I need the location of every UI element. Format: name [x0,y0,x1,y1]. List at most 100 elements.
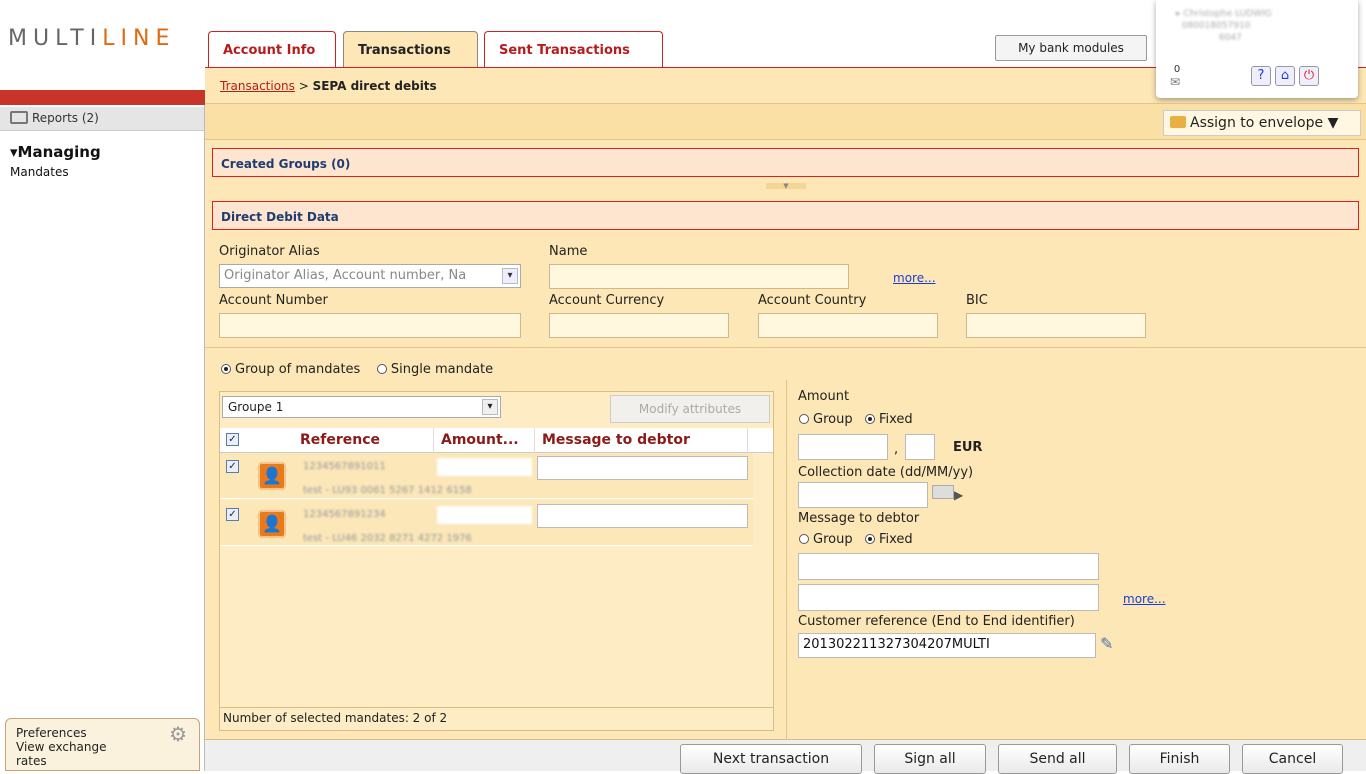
row-checkbox[interactable]: ✓ [226,460,239,473]
assign-label: Assign to envelope [1190,115,1324,131]
message-mode: Group Fixed [799,532,913,547]
bank-modules-button[interactable]: My bank modules [995,35,1147,61]
amount-decimal-input[interactable] [905,434,935,460]
group-select-value: Groupe 1 [228,400,284,414]
amount-input[interactable] [437,506,532,524]
redacted-reference: 1234567891011 [303,461,386,472]
bic-field[interactable] [966,313,1146,338]
amount-mode: Group Fixed [799,412,913,427]
folder-icon [1170,116,1186,128]
bic-label: BIC [966,293,988,308]
sidebar-section-managing[interactable]: ▾Managing [10,143,101,161]
multiline-logo: MULTILINE [8,26,176,51]
customer-reference-label: Customer reference (End to End identifie… [798,614,1075,629]
eraser-icon[interactable]: ✎ [1100,634,1113,653]
calendar-icon[interactable]: ▶ [932,485,963,503]
redacted-details: test - LU93 0061 5267 1412 6158 [303,485,472,496]
mode-selector: Group of mandates Single mandate [221,362,493,377]
amount-group-radio[interactable] [799,414,809,424]
splitter-handle[interactable]: ▼ [766,183,806,190]
tab-account-info[interactable]: Account Info [208,31,336,67]
tab-transactions[interactable]: Transactions [343,31,478,68]
collection-date-label: Collection date (dd/MM/yy) [798,465,974,480]
originator-label: Originator Alias [219,244,320,259]
message-line2-input[interactable] [798,584,1099,611]
originator-placeholder: Originator Alias, Account number, Na [224,268,467,283]
collection-date-input[interactable] [798,482,928,508]
group-mode-label: Group of mandates [235,362,361,377]
chevron-down-icon[interactable]: ▾ [502,268,518,284]
chevron-down-icon: ▾ [10,143,18,161]
account-country-label: Account Country [758,293,867,308]
next-transaction-button[interactable]: Next transaction [680,744,862,774]
redacted-details: test - LU46 2032 8271 4272 1976 [303,533,472,544]
vertical-divider [786,380,787,739]
originator-combobox[interactable]: Originator Alias, Account number, Na ▾ [219,264,521,288]
send-all-button[interactable]: Send all [998,744,1117,774]
account-currency-field[interactable] [549,313,729,338]
preferences-link[interactable]: Preferences [16,726,189,740]
account-number-label: Account Number [219,293,328,308]
message-input[interactable] [537,456,748,480]
message-input[interactable] [537,504,748,528]
breadcrumb-current: SEPA direct debits [312,79,437,93]
exchange-rates-link[interactable]: View exchange rates [16,740,136,768]
group-mode-radio[interactable] [221,364,231,374]
direct-debit-header: Direct Debit Data [212,201,1359,230]
single-mode-radio[interactable] [376,364,387,374]
col-reference[interactable]: Reference [294,428,434,453]
sidebar [0,105,205,771]
sign-all-button[interactable]: Sign all [874,744,986,774]
message-line1-input[interactable] [798,553,1099,580]
amount-fixed-radio[interactable] [864,414,875,424]
group-select[interactable]: Groupe 1 ▾ [222,396,501,418]
created-groups-header[interactable]: Created Groups (0) [212,148,1359,177]
breadcrumb: Transactions > SEPA direct debits [205,68,1366,104]
message-group-radio[interactable] [799,534,809,544]
redacted-reference: 1234567891234 [303,509,386,520]
account-country-field[interactable] [758,313,938,338]
sidebar-section-label: Managing [17,143,101,161]
message-more-link[interactable]: more... [1123,592,1166,606]
col-message[interactable]: Message to debtor [536,428,748,453]
person-icon: 👤 [258,510,286,538]
reports-link[interactable]: Reports (2) [0,107,204,131]
single-mode-label: Single mandate [390,362,494,377]
col-amount[interactable]: Amount... [435,428,535,453]
message-debtor-label: Message to debtor [798,511,920,526]
select-all-checkbox[interactable]: ✓ [226,433,239,446]
amount-fixed-label: Fixed [878,412,913,427]
selected-count: Number of selected mandates: 2 of 2 [220,707,773,729]
cancel-button[interactable]: Cancel [1242,744,1343,774]
preferences-box: Preferences View exchange rates ⚙ [5,718,200,771]
name-label: Name [549,244,588,259]
account-number-field[interactable] [219,313,521,338]
finish-button[interactable]: Finish [1129,744,1230,774]
person-icon: 👤 [258,462,286,490]
printer-icon [10,111,28,124]
row-checkbox[interactable]: ✓ [226,508,239,521]
chevron-down-icon[interactable]: ▾ [482,399,498,415]
reports-label: Reports (2) [32,111,99,125]
user-details-redacted: ▸ Christophe LUDWIG 080018057910 6047 [1176,9,1272,43]
breadcrumb-transactions-link[interactable]: Transactions [220,79,295,93]
amount-integer-input[interactable] [798,434,888,460]
name-field[interactable] [549,264,849,289]
gear-icon: ⚙ [169,722,187,746]
decimal-separator: , [894,442,899,457]
sidebar-item-mandates[interactable]: Mandates [10,165,69,179]
breadcrumb-separator: > [294,79,313,93]
dropdown-arrow-icon: ▼ [1327,115,1339,131]
message-fixed-radio[interactable] [864,534,875,544]
tab-sent-transactions[interactable]: Sent Transactions [484,31,663,67]
message-group-label: Group [813,532,853,547]
currency-label: EUR [953,440,983,455]
amount-input[interactable] [437,458,532,476]
modify-attributes-button[interactable]: Modify attributes [610,395,770,423]
amount-group-label: Group [813,412,853,427]
customer-reference-input[interactable]: 201302211327304207MULTI [798,633,1096,658]
more-link[interactable]: more... [893,271,936,285]
account-currency-label: Account Currency [549,293,665,308]
assign-envelope-dropdown[interactable]: Assign to envelope ▼ [1163,110,1361,136]
message-fixed-label: Fixed [878,532,913,547]
